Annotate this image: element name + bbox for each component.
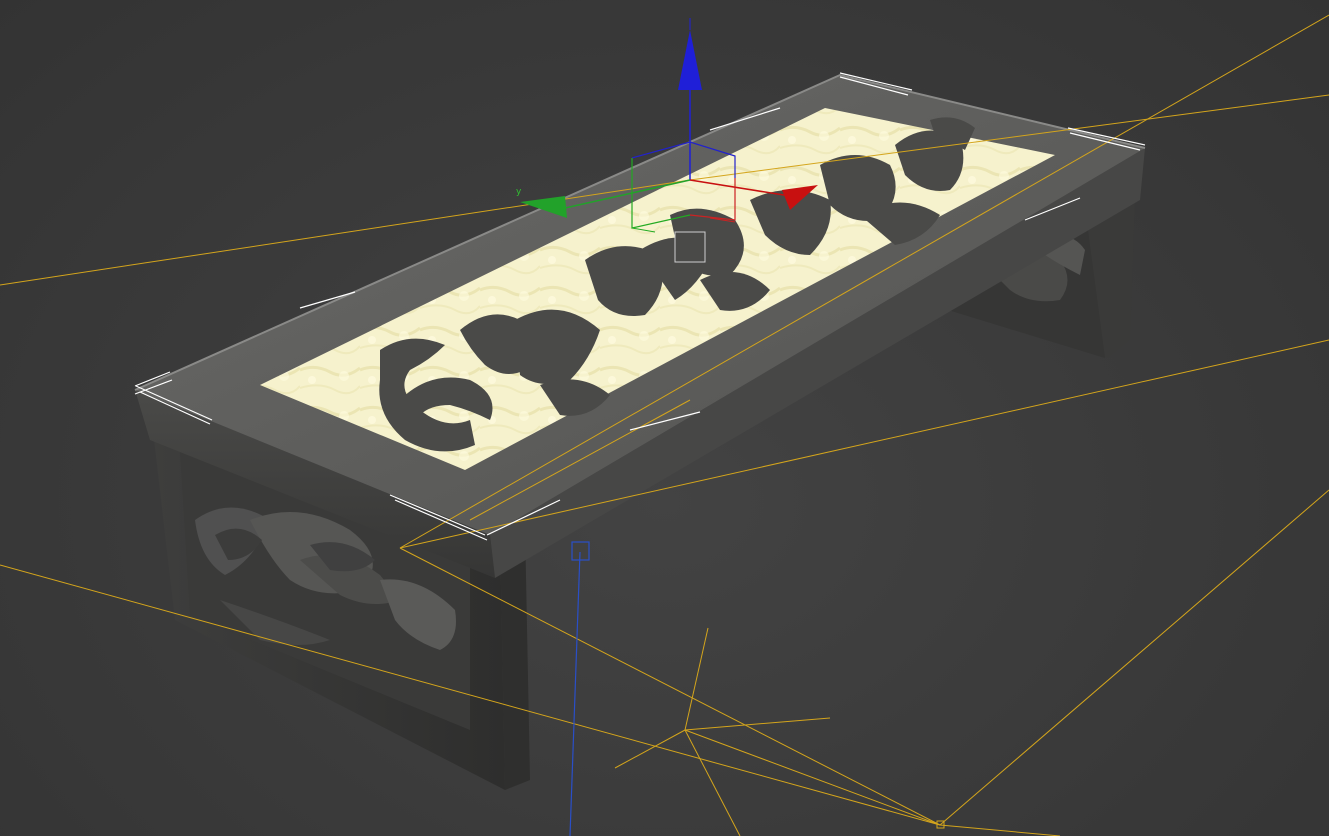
light-target[interactable]	[569, 541, 590, 836]
coffee-table[interactable]	[134, 73, 1146, 790]
3d-viewport[interactable]: y	[0, 0, 1329, 836]
gizmo-y-label: y	[516, 187, 522, 197]
gizmo-z-arrow[interactable]	[678, 30, 702, 90]
